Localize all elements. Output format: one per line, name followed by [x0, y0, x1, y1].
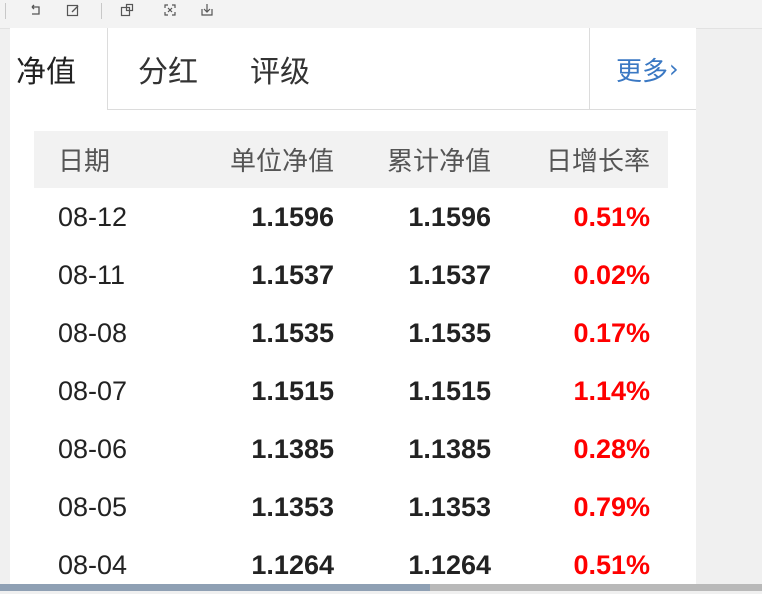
cell-daily-growth: 0.79%: [573, 491, 650, 522]
window-bottom-edge: [0, 584, 762, 591]
cell-accumulated-nav: 1.1385: [408, 433, 491, 464]
tab-label: 净值: [16, 55, 76, 90]
cell-unit-nav: 1.1596: [251, 201, 334, 232]
header-unit-nav: 单位净值: [229, 147, 334, 177]
cell-accumulated-nav: 1.1353: [408, 491, 491, 522]
tab-label: 分红: [138, 55, 198, 90]
table-row: 08-07 1.1515 1.1515 1.14%: [34, 362, 668, 420]
download-icon[interactable]: [198, 1, 216, 19]
cell-accumulated-nav: 1.1596: [408, 201, 491, 232]
tab-bar: 净值 分红 评级 更多 ›: [10, 28, 696, 110]
header-accumulated-nav: 累计净值: [386, 147, 491, 177]
table-row: 08-12 1.1596 1.1596 0.51%: [34, 188, 668, 246]
nav-table: 日期 单位净值 累计净值 日增长率 08-12 1.1596 1.1596 0.…: [34, 131, 668, 594]
table-row: 08-11 1.1537 1.1537 0.02%: [34, 246, 668, 304]
cell-unit-nav: 1.1515: [251, 375, 334, 406]
chevron-right-icon: ›: [669, 55, 679, 83]
screenshot-toolbar: [0, 0, 762, 29]
scrollbar-track: [0, 584, 430, 591]
tab-divider: [107, 28, 108, 110]
toolbar-divider: [101, 3, 102, 19]
cell-daily-growth: 0.51%: [573, 201, 650, 232]
header-daily-growth: 日增长率: [545, 147, 650, 177]
undo-icon[interactable]: [27, 1, 45, 19]
cell-date: 08-11: [58, 259, 126, 290]
cell-daily-growth: 0.28%: [573, 433, 650, 464]
edit-icon[interactable]: [64, 1, 82, 19]
header-date: 日期: [58, 147, 111, 177]
toolbar-divider: [5, 3, 6, 19]
cell-unit-nav: 1.1535: [251, 317, 334, 348]
cell-unit-nav: 1.1385: [251, 433, 334, 464]
cell-daily-growth: 0.02%: [573, 259, 650, 290]
table-header: 日期 单位净值 累计净值 日增长率: [34, 131, 668, 188]
cell-unit-nav: 1.1537: [251, 259, 334, 290]
cell-date: 08-12: [58, 201, 128, 232]
cell-date: 08-06: [58, 433, 128, 464]
more-link[interactable]: 更多 ›: [616, 28, 679, 110]
table-row: 08-05 1.1353 1.1353 0.79%: [34, 478, 668, 536]
fund-nav-panel: 净值 分红 评级 更多 › 日期 单位净值 累计净值 日增长率 08-12 1.…: [10, 28, 696, 591]
cell-date: 08-08: [58, 317, 128, 348]
tab-dividend[interactable]: 分红: [138, 28, 198, 110]
tab-divider: [589, 28, 590, 110]
tab-nav[interactable]: 净值: [16, 28, 76, 110]
tab-label: 评级: [250, 55, 310, 90]
cell-accumulated-nav: 1.1535: [408, 317, 491, 348]
table-row: 08-08 1.1535 1.1535 0.17%: [34, 304, 668, 362]
cell-daily-growth: 0.17%: [573, 317, 650, 348]
more-label: 更多: [616, 56, 669, 87]
image-icon[interactable]: [118, 1, 136, 19]
crop-icon[interactable]: [161, 1, 179, 19]
cell-unit-nav: 1.1353: [251, 491, 334, 522]
tab-rating[interactable]: 评级: [250, 28, 310, 110]
cell-date: 08-07: [58, 375, 128, 406]
cell-accumulated-nav: 1.1537: [408, 259, 491, 290]
cell-daily-growth: 1.14%: [573, 375, 650, 406]
cell-date: 08-05: [58, 491, 128, 522]
table-row: 08-06 1.1385 1.1385 0.28%: [34, 420, 668, 478]
cell-accumulated-nav: 1.1515: [408, 375, 491, 406]
